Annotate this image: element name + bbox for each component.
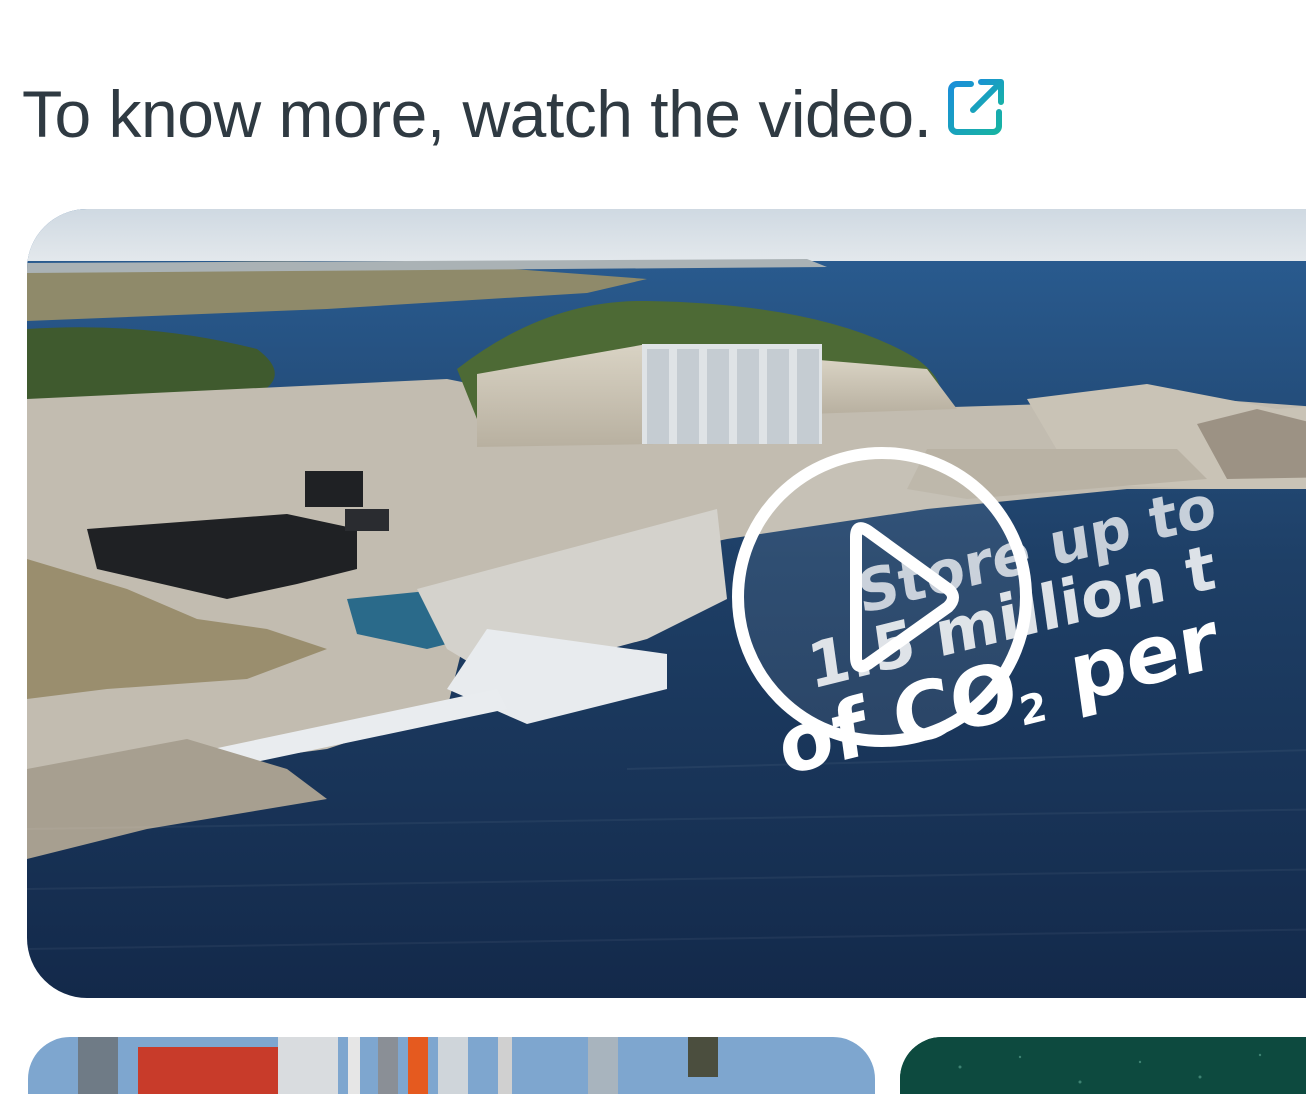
external-link-icon (948, 79, 1005, 135)
video-player[interactable]: Store up to 1.5 million t of CO2 per (27, 209, 1306, 998)
thumbnail-image-1 (28, 1037, 875, 1094)
play-icon (850, 522, 959, 673)
watch-video-link[interactable]: To know more, watch the video. (22, 74, 1007, 154)
play-button[interactable] (732, 447, 1032, 747)
page: To know more, watch the video. Store up … (0, 0, 1306, 1094)
related-video-thumbnail-2[interactable] (900, 1037, 1306, 1094)
related-video-thumbnail-1[interactable] (28, 1037, 875, 1094)
thumbnail-image-2 (900, 1037, 1306, 1094)
heading-text: To know more, watch the video. (22, 77, 932, 151)
